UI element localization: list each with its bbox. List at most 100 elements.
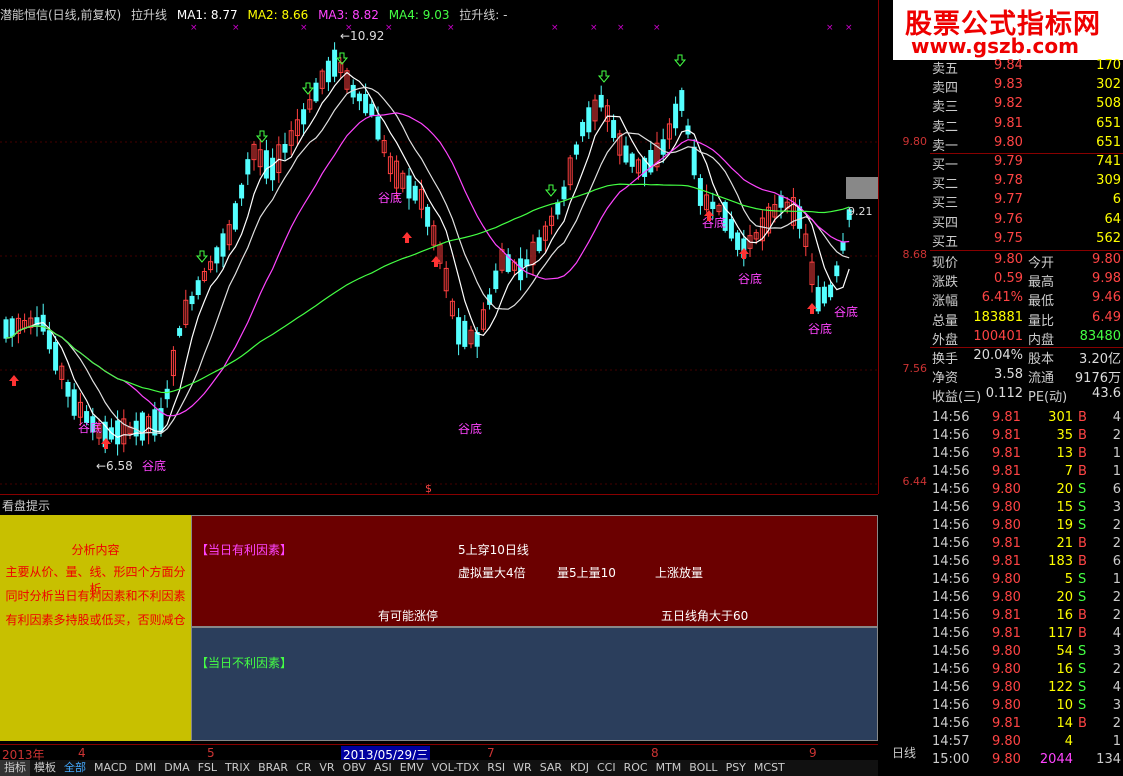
tab-asi[interactable]: ASI (370, 760, 396, 776)
tab-vr[interactable]: VR (315, 760, 338, 776)
level-price: 9.76 (994, 211, 1023, 227)
candle-body (697, 178, 703, 206)
tab-sar[interactable]: SAR (536, 760, 566, 776)
up-arrow-icon (9, 375, 19, 386)
signal-marker: × (653, 23, 661, 33)
tab-trix[interactable]: TRIX (221, 760, 254, 776)
tick-count: 2 (1112, 590, 1121, 605)
up-arrow-icon (101, 438, 111, 449)
candle-body (282, 144, 288, 153)
tab-cci[interactable]: CCI (593, 760, 620, 776)
stat-value: 100401 (973, 328, 1023, 344)
tab-指标[interactable]: 指标 (0, 760, 30, 776)
stat-label: 最低 (1028, 294, 1055, 310)
candle-body (679, 90, 685, 111)
ask-row[interactable]: 卖一 9.80 651 (930, 135, 1123, 154)
level-volume: 309 (1096, 173, 1121, 189)
tick-count: 3 (1112, 698, 1121, 713)
stat-label: 流通 (1028, 371, 1055, 387)
ask-row[interactable]: 卖四 9.83 302 (930, 77, 1123, 96)
tab-emv[interactable]: EMV (396, 760, 428, 776)
candle-body (214, 247, 220, 264)
tick-volume: 19 (1056, 518, 1073, 533)
tab-dmi[interactable]: DMI (131, 760, 160, 776)
tick-time: 14:56 (932, 536, 970, 551)
tick-row: 14:56 9.80 5 S 1 (930, 572, 1123, 590)
tab-mcst[interactable]: MCST (750, 760, 789, 776)
candle-body (139, 412, 145, 441)
bid-row[interactable]: 买四 9.76 64 (930, 212, 1123, 231)
candlestick-chart[interactable]: ←10.92 ←6.58 9.21 谷底 谷底 谷底 谷底 谷底 谷底 谷底 谷底 $ × × × × × × × ×… (0, 0, 878, 494)
signal-marker: × (190, 23, 198, 33)
candle-body (555, 202, 561, 215)
period-label[interactable]: 日线 (878, 744, 930, 760)
level-price: 9.79 (994, 154, 1023, 169)
stat-label: 净资 (932, 371, 959, 387)
tick-count: 2 (1112, 428, 1121, 443)
candle-body (586, 107, 592, 133)
signal-marker: × (845, 23, 853, 33)
valley-marker: 谷底 (808, 321, 832, 336)
ma2-line (5, 86, 850, 435)
tick-price: 9.81 (992, 608, 1021, 623)
bid-row[interactable]: 买一 9.79 741 (930, 154, 1123, 173)
tick-time: 14:56 (932, 626, 970, 641)
level-price: 9.82 (994, 96, 1023, 112)
tick-direction: S (1078, 500, 1087, 515)
last-price-box (846, 177, 878, 199)
tab-dma[interactable]: DMA (160, 760, 194, 776)
stat-value: 0.59 (994, 271, 1023, 287)
tick-direction: B (1078, 464, 1087, 479)
candle-body (611, 120, 617, 138)
tab-vol-tdx[interactable]: VOL-TDX (428, 760, 484, 776)
tick-price: 9.80 (992, 572, 1021, 587)
up-arrow-icon (739, 248, 749, 259)
candle-body (462, 320, 468, 347)
price-tick: 8.68 (902, 248, 928, 261)
indicator-tabs: 指标 模板 全部 MACD DMI DMA FSL TRIX BRAR CR VR OBV ASI EMV… (0, 760, 878, 776)
tick-price: 9.81 (992, 428, 1021, 443)
ask-row[interactable]: 卖五 9.84 170 (930, 58, 1123, 77)
kline-svg[interactable]: ←10.92←6.589.21谷底谷底谷底谷底谷底谷底谷底谷底$× × × × × × × ×… (0, 0, 878, 494)
info-title: 分析内容 (71, 543, 120, 557)
tab-全部[interactable]: 全部 (60, 760, 90, 776)
tab-rsi[interactable]: RSI (483, 760, 509, 776)
stat-row: 涨跌 0.59 最高 9.98 (930, 271, 1123, 290)
bid-row[interactable]: 买五 9.75 562 (930, 231, 1123, 250)
tick-direction: S (1078, 680, 1087, 695)
positive-item: 虚拟量大4倍 (458, 566, 526, 580)
stat-value: 83480 (1079, 328, 1121, 344)
tab-fsl[interactable]: FSL (194, 760, 221, 776)
level-price: 9.78 (994, 173, 1023, 189)
tab-psy[interactable]: PSY (722, 760, 750, 776)
candle-body (728, 219, 734, 239)
tab-roc[interactable]: ROC (620, 760, 652, 776)
stat-value: 6.49 (1092, 309, 1121, 325)
date-label: 7 (487, 746, 495, 760)
candle-body (815, 287, 821, 312)
bid-row[interactable]: 买二 9.78 309 (930, 173, 1123, 192)
stat-label: 今开 (1028, 256, 1055, 271)
level-volume: 6 (1112, 192, 1121, 208)
tab-brar[interactable]: BRAR (254, 760, 292, 776)
tab-obv[interactable]: OBV (339, 760, 370, 776)
tab-cr[interactable]: CR (292, 760, 315, 776)
tab-wr[interactable]: WR (509, 760, 536, 776)
lower-panel-title: 看盘提示 (2, 499, 51, 513)
candle-body (691, 146, 697, 176)
tab-mtm[interactable]: MTM (652, 760, 686, 776)
ask-row[interactable]: 卖三 9.82 508 (930, 96, 1123, 115)
ask-row[interactable]: 卖二 9.81 651 (930, 116, 1123, 135)
tab-kdj[interactable]: KDJ (566, 760, 593, 776)
tab-macd[interactable]: MACD (90, 760, 131, 776)
stat-value: 3.58 (994, 367, 1023, 383)
bid-row[interactable]: 买三 9.77 6 (930, 192, 1123, 211)
candle-body (313, 82, 319, 102)
tick-volume: 183 (1048, 554, 1073, 569)
stat-value: 6.41% (981, 290, 1023, 306)
tick-direction: S (1078, 482, 1087, 497)
level-label: 卖五 (932, 62, 959, 77)
positive-item: 量5上量10 (557, 566, 616, 580)
tab-模板[interactable]: 模板 (30, 760, 60, 776)
tab-boll[interactable]: BOLL (685, 760, 721, 776)
